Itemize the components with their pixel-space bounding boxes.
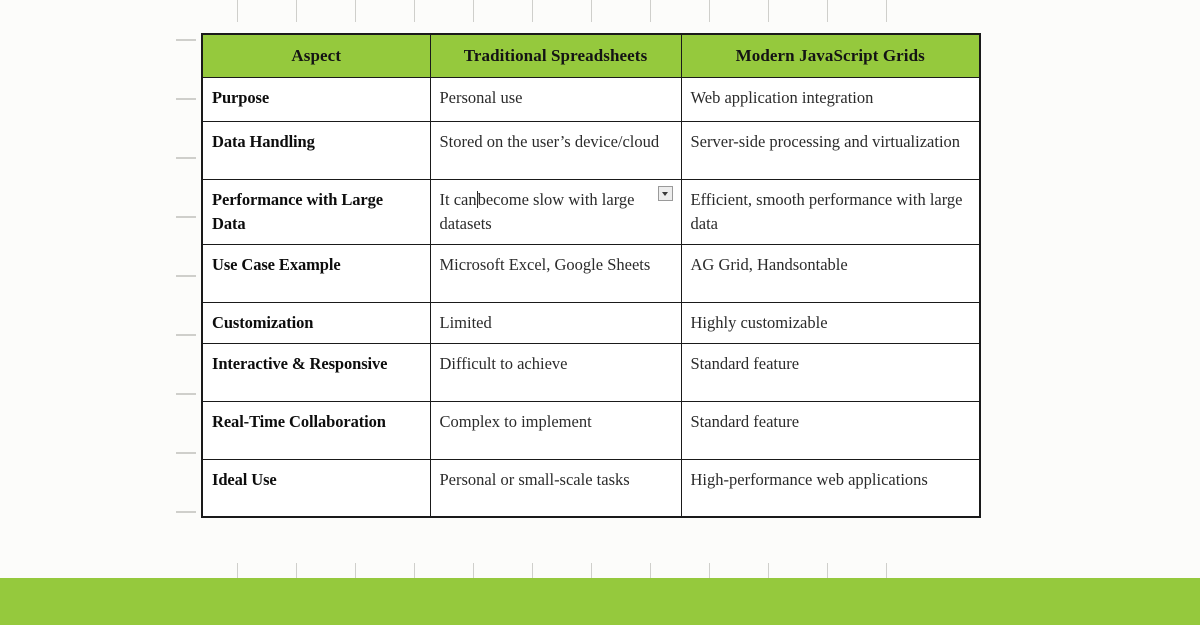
cell-traditional[interactable]: Limited [429,301,682,344]
bottom-accent-band [0,578,1200,625]
ruler-tick [650,0,651,22]
ruler-tick [176,334,196,336]
cell-traditional[interactable]: Complex to implement [429,400,682,460]
ruler-tick [176,393,196,395]
ruler-tick [591,0,592,22]
cell-aspect[interactable]: Use Case Example [201,243,431,303]
table-row: Use Case Example Microsoft Excel, Google… [201,243,981,303]
cell-traditional[interactable]: Personal or small-scale tasks [429,458,682,518]
cell-traditional[interactable]: Microsoft Excel, Google Sheets [429,243,682,303]
cell-aspect[interactable]: Ideal Use [201,458,431,518]
ruler-tick [176,157,196,159]
table-row: Purpose Personal use Web application int… [201,77,981,122]
cell-modern[interactable]: Highly customizable [680,301,981,344]
table-row: Real-Time Collaboration Complex to imple… [201,400,981,460]
top-ruler-ticks [0,0,1200,22]
chevron-down-icon[interactable] [657,186,673,201]
table-row: Interactive & Responsive Difficult to ac… [201,342,981,402]
ruler-tick [886,0,887,22]
document-page: Aspect Traditional Spreadsheets Modern J… [0,0,1200,625]
cell-modern[interactable]: Web application integration [680,77,981,122]
ruler-tick [532,0,533,22]
ruler-tick [237,0,238,22]
cell-modern[interactable]: High-performance web applications [680,458,981,518]
table-row: Data Handling Stored on the user’s devic… [201,121,981,180]
cell-text-wrapper: It canbecome slow with large datasets [439,186,673,236]
triangle-glyph [662,191,668,196]
table-header-row: Aspect Traditional Spreadsheets Modern J… [201,33,981,78]
cell-aspect[interactable]: Performance with Large Data [201,179,431,245]
column-header-aspect[interactable]: Aspect [201,33,431,78]
cell-aspect[interactable]: Real-Time Collaboration [201,400,431,460]
cell-modern[interactable]: Standard feature [680,400,981,460]
cell-traditional[interactable]: Stored on the user’s device/cloud [429,121,682,180]
ruler-tick [768,0,769,22]
cell-traditional[interactable]: Personal use [429,77,682,122]
comparison-table[interactable]: Aspect Traditional Spreadsheets Modern J… [201,33,981,519]
cell-modern[interactable]: AG Grid, Handsontable [680,243,981,303]
table-row: Performance with Large Data It canbecome… [201,179,981,245]
ruler-tick [176,216,196,218]
column-header-modern[interactable]: Modern JavaScript Grids [680,33,981,78]
column-header-traditional[interactable]: Traditional Spreadsheets [429,33,682,78]
table-row: Ideal Use Personal or small-scale tasks … [201,458,981,518]
ruler-tick [709,0,710,22]
cell-modern[interactable]: Server-side processing and virtualizatio… [680,121,981,180]
ruler-tick [827,0,828,22]
cell-aspect[interactable]: Customization [201,301,431,344]
table-row: Customization Limited Highly customizabl… [201,301,981,344]
left-ruler-ticks [172,0,198,625]
ruler-tick [176,511,196,513]
ruler-tick [176,275,196,277]
ruler-tick [296,0,297,22]
ruler-tick [473,0,474,22]
cell-traditional[interactable]: Difficult to achieve [429,342,682,402]
cell-aspect[interactable]: Interactive & Responsive [201,342,431,402]
cell-modern[interactable]: Efficient, smooth performance with large… [680,179,981,245]
cell-text-before-caret: It can [439,190,477,209]
cell-modern[interactable]: Standard feature [680,342,981,402]
cell-aspect[interactable]: Data Handling [201,121,431,180]
cell-aspect[interactable]: Purpose [201,77,431,122]
ruler-tick [355,0,356,22]
cell-traditional-editing[interactable]: It canbecome slow with large datasets [429,179,682,245]
ruler-tick [414,0,415,22]
ruler-tick [176,452,196,454]
ruler-tick [176,39,196,41]
ruler-tick [176,98,196,100]
